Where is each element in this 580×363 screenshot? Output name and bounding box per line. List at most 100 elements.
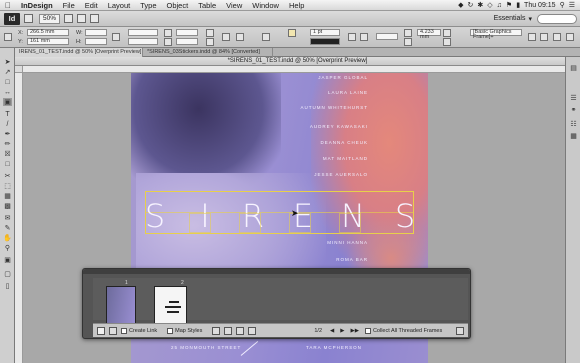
eyedropper-tool-icon[interactable]: ✎ <box>3 224 12 232</box>
spotlight-icon[interactable]: ⚲ <box>560 1 565 9</box>
wifi-icon[interactable]: ◇ <box>487 1 492 9</box>
formatting-affects-container-icon[interactable]: ▢ <box>3 270 12 278</box>
create-link-checkbox[interactable] <box>121 327 127 334</box>
clock[interactable]: Thu 09:15 <box>524 2 556 9</box>
help-search-input[interactable] <box>537 14 577 24</box>
collect-threaded-frames-checkbox[interactable] <box>364 327 371 334</box>
place-once-icon[interactable] <box>224 326 233 335</box>
next-icon[interactable]: ▶ <box>340 328 344 334</box>
corner-options-icon[interactable] <box>404 38 412 46</box>
corner-size-field[interactable]: 4.233 mm <box>417 29 441 40</box>
stroke-weight-field[interactable]: 1 pt <box>310 29 340 36</box>
hand-tool-icon[interactable]: ✋ <box>3 234 12 242</box>
last-icon[interactable]: ▶▶ <box>350 328 358 334</box>
menu-layout[interactable]: Layout <box>103 1 136 10</box>
screen-mode-icon[interactable] <box>77 14 87 23</box>
flag-icon[interactable]: ⚑ <box>506 1 512 9</box>
shear-icon[interactable] <box>164 38 172 46</box>
menu-edit[interactable]: Edit <box>80 1 103 10</box>
view-options-icon[interactable] <box>64 14 74 23</box>
fill-swatch-icon[interactable] <box>262 33 270 41</box>
menu-file[interactable]: File <box>58 1 80 10</box>
zoom-tool-icon[interactable]: ⚲ <box>3 244 12 252</box>
dropbox-icon[interactable]: ◆ <box>458 1 463 9</box>
object-style-dropdown[interactable]: [Basic Graphics Frame]+ <box>470 29 522 40</box>
pen-tool-icon[interactable]: ✒ <box>3 130 12 138</box>
load-conveyor-icon[interactable] <box>456 326 464 335</box>
rectangle-frame-tool-icon[interactable]: ☒ <box>3 150 12 158</box>
menu-help[interactable]: Help <box>284 1 309 10</box>
drop-shadow-icon[interactable] <box>360 33 368 41</box>
title-text-frame[interactable] <box>145 191 414 234</box>
align-top-icon[interactable] <box>443 38 451 46</box>
rotate-icon[interactable] <box>164 29 172 37</box>
pages-panel-icon[interactable]: ▤ <box>569 63 578 72</box>
poster-thumbnail[interactable] <box>106 286 136 327</box>
panel-title-bar[interactable] <box>83 269 470 274</box>
notification-icon[interactable]: ☰ <box>569 1 575 9</box>
note-tool-icon[interactable]: ✉ <box>3 214 12 222</box>
place-multiple-icon[interactable] <box>236 326 245 335</box>
content-conveyor-panel[interactable]: 1 2 Create Link Map Styles 1/2 ◀ ▶ ▶▶ Co… <box>82 268 471 339</box>
vertical-ruler[interactable] <box>15 73 23 363</box>
place-and-load-icon[interactable] <box>248 326 257 335</box>
gap-tool-icon[interactable]: ↔ <box>3 88 12 96</box>
workspace-switcher[interactable]: Essentials ▾ <box>494 15 532 23</box>
map-styles-checkbox[interactable] <box>167 327 174 334</box>
menu-app-name[interactable]: InDesign <box>16 1 58 10</box>
menu-window[interactable]: Window <box>247 1 284 10</box>
content-collector-button-icon[interactable] <box>97 326 105 335</box>
scissors-tool-icon[interactable]: ✂ <box>3 172 12 180</box>
fill-stroke-swatch-icon[interactable]: ▣ <box>3 256 12 264</box>
ruler-origin[interactable] <box>15 66 23 73</box>
rotation-field[interactable] <box>176 29 198 36</box>
scale-x-field[interactable] <box>128 29 158 36</box>
arrange-documents-icon[interactable] <box>90 14 100 23</box>
edit-style-mapping-icon[interactable] <box>212 326 221 335</box>
tab-sirens-01-test[interactable]: IRENS_01_TEST.indd @ 50% [Overprint Prev… <box>15 48 143 57</box>
stroke-type-dropdown[interactable] <box>310 38 340 45</box>
menu-object[interactable]: Object <box>162 1 194 10</box>
battery-icon[interactable]: ▮ <box>516 1 520 9</box>
page-tool-icon[interactable]: □ <box>3 78 12 86</box>
text-wrap-icon[interactable] <box>404 29 412 37</box>
tab-sirens-03-stickers[interactable]: *SIRENS_03Stickers.indd @ 84% [Converted… <box>143 48 273 57</box>
fill-frame-icon[interactable] <box>540 33 548 41</box>
shear-field[interactable] <box>176 38 198 45</box>
opacity-field[interactable] <box>376 33 398 40</box>
horizontal-ruler[interactable] <box>23 66 565 73</box>
content-collector-icon[interactable]: ▣ <box>3 98 12 106</box>
pencil-tool-icon[interactable]: ✏ <box>3 140 12 148</box>
text-frame-thumbnail[interactable] <box>154 286 187 327</box>
direct-selection-tool-icon[interactable]: ↗ <box>3 68 12 76</box>
panel-menu-icon[interactable] <box>553 33 561 41</box>
menu-view[interactable]: View <box>221 1 247 10</box>
stroke-panel-icon[interactable]: ☷ <box>569 119 578 128</box>
flip-horizontal-icon[interactable] <box>206 29 214 37</box>
gradient-tool-icon[interactable]: ▦ <box>3 192 12 200</box>
height-field[interactable] <box>85 38 107 45</box>
bluetooth-icon[interactable]: ✱ <box>477 1 483 9</box>
rectangle-tool-icon[interactable]: □ <box>3 160 12 168</box>
constrain-proportions-icon[interactable] <box>112 33 120 41</box>
menu-type[interactable]: Type <box>135 1 161 10</box>
swatches-panel-icon[interactable]: ▦ <box>569 131 578 140</box>
apple-menu-icon[interactable]:  <box>0 1 16 10</box>
layers-panel-icon[interactable]: ☰ <box>569 93 578 102</box>
screen-mode-normal-icon[interactable]: ▯ <box>3 282 12 290</box>
flip-vertical-icon[interactable] <box>206 38 214 46</box>
previous-icon[interactable]: ◀ <box>330 328 334 334</box>
links-panel-icon[interactable]: ⚭ <box>569 105 578 114</box>
scale-y-field[interactable] <box>128 38 158 45</box>
fitting-icon[interactable] <box>528 33 536 41</box>
center-content-icon[interactable] <box>566 33 574 41</box>
volume-icon[interactable]: ♫ <box>497 2 502 9</box>
free-transform-tool-icon[interactable]: ⬚ <box>3 182 12 190</box>
selection-tool-icon[interactable]: ➤ <box>3 58 12 66</box>
sync-icon[interactable]: ↻ <box>468 1 474 9</box>
align-left-icon[interactable] <box>443 29 451 37</box>
y-position-field[interactable]: 161 mm <box>27 38 69 45</box>
reference-point-icon[interactable] <box>4 33 12 41</box>
bridge-icon[interactable] <box>24 14 33 23</box>
line-tool-icon[interactable]: / <box>3 120 12 128</box>
